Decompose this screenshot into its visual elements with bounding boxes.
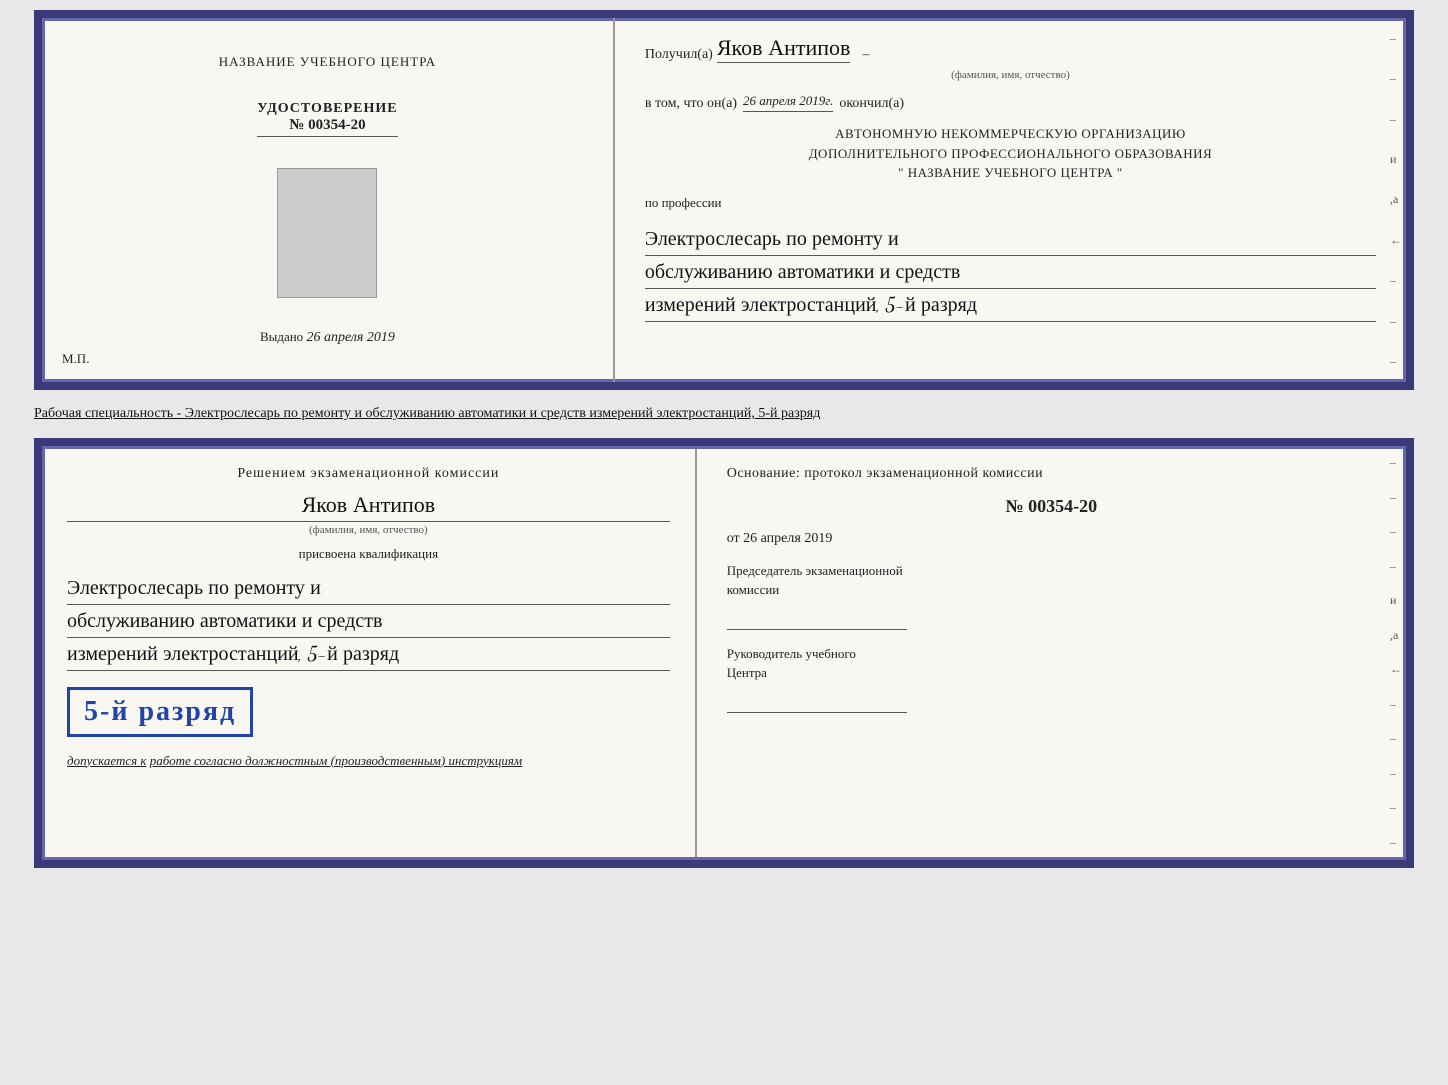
protocol-date-value: 26 апреля 2019 [743,531,832,546]
prisvoena-label: присвоена квалификация [67,546,670,562]
recipient-name-top: Яков Антипов [717,38,851,63]
bottom-cert-right: Основание: протокол экзаменационной коми… [697,446,1406,860]
right-dashes-bottom: ––––и,а←––––– [1390,446,1402,860]
mp-label: М.П. [62,351,89,367]
training-center-title: НАЗВАНИЕ УЧЕБНОГО ЦЕНТРА [219,54,436,70]
dopuskaetsya-label: допускается к [67,753,147,768]
bottom-cert-left: Решением экзаменационной комиссии Яков А… [42,446,697,860]
org-line2: ДОПОЛНИТЕЛЬНОГО ПРОФЕССИОНАЛЬНОГО ОБРАЗО… [645,144,1376,164]
profession-block-top: Электрослесарь по ремонту и обслуживанию… [645,223,1376,322]
vtom-line: в том, что он(а) 26 апреля 2019г. окончи… [645,93,1376,112]
resheniem-title: Решением экзаменационной комиссии [67,466,670,482]
profession-line3-bottom: измерений электростанций, 5-й разряд [67,638,670,671]
vydano-block: Выдано 26 апреля 2019 [260,329,395,346]
photo-placeholder [277,168,377,298]
fio-label-bottom: (фамилия, имя, отчество) [67,524,670,536]
top-cert-left: НАЗВАНИЕ УЧЕБНОГО ЦЕНТРА УДОСТОВЕРЕНИЕ №… [42,18,615,382]
profession-block-bottom: Электрослесарь по ремонту и обслуживанию… [67,572,670,671]
protocol-number: № 00354-20 [727,496,1376,517]
specialty-divider: Рабочая специальность - Электрослесарь п… [34,398,1414,430]
recipient-name-bottom: Яков Антипов [67,492,670,522]
dopuskaetsya-text: работе согласно должностным (производств… [150,753,522,768]
document-container: НАЗВАНИЕ УЧЕБНОГО ЦЕНТРА УДОСТОВЕРЕНИЕ №… [34,10,1414,868]
ot-label: от [727,531,740,546]
okonchil-label: окончил(а) [839,96,904,112]
vydano-date: 26 апреля 2019 [306,330,394,345]
poluchil-line: Получил(а) Яков Антипов – [645,38,1376,63]
osnovanie-label: Основание: протокол экзаменационной коми… [727,466,1376,482]
completion-date: 26 апреля 2019г. [743,93,833,112]
rukovoditel-line2: Центра [727,663,1376,683]
profession-line2-bottom: обслуживанию автоматики и средств [67,605,670,638]
po-professii-label: по профессии [645,195,1376,211]
right-dashes-top: –––и,а←––– [1390,18,1402,382]
profession-line1-top: Электрослесарь по ремонту и [645,223,1376,256]
udostoverenie-block: УДОСТОВЕРЕНИЕ № 00354-20 [257,101,397,137]
cert-number-top: № 00354-20 [257,117,397,137]
top-certificate: НАЗВАНИЕ УЧЕБНОГО ЦЕНТРА УДОСТОВЕРЕНИЕ №… [34,10,1414,390]
predsedatel-line1: Председатель экзаменационной [727,561,1376,581]
vydano-label: Выдано [260,329,303,344]
rukovoditel-line1: Руководитель учебного [727,644,1376,664]
predsedatel-line2: комиссии [727,580,1376,600]
predsedatel-block: Председатель экзаменационной комиссии [727,561,1376,630]
dopuskaetsya-block: допускается к работе согласно должностны… [67,753,670,769]
rukovoditel-signature-line [727,693,907,713]
predsedatel-signature-line [727,610,907,630]
profession-line3-top: измерений электростанций, 5-й разряд [645,289,1376,322]
razryad-badge: 5-й разряд [67,687,253,737]
org-block: АВТОНОМНУЮ НЕКОММЕРЧЕСКУЮ ОРГАНИЗАЦИЮ ДО… [645,124,1376,183]
profession-line2-top: обслуживанию автоматики и средств [645,256,1376,289]
protocol-date: от 26 апреля 2019 [727,531,1376,547]
profession-line1-bottom: Электрослесарь по ремонту и [67,572,670,605]
rukovoditel-block: Руководитель учебного Центра [727,644,1376,713]
poluchil-label: Получил(а) [645,47,713,63]
vtom-label: в том, что он(а) [645,96,737,112]
org-line1: АВТОНОМНУЮ НЕКОММЕРЧЕСКУЮ ОРГАНИЗАЦИЮ [645,124,1376,144]
fio-label-top: (фамилия, имя, отчество) [645,69,1376,81]
udostoverenie-label: УДОСТОВЕРЕНИЕ [257,101,397,117]
top-cert-right: Получил(а) Яков Антипов – (фамилия, имя,… [615,18,1406,382]
org-line3: " НАЗВАНИЕ УЧЕБНОГО ЦЕНТРА " [645,163,1376,183]
bottom-certificate: Решением экзаменационной комиссии Яков А… [34,438,1414,868]
